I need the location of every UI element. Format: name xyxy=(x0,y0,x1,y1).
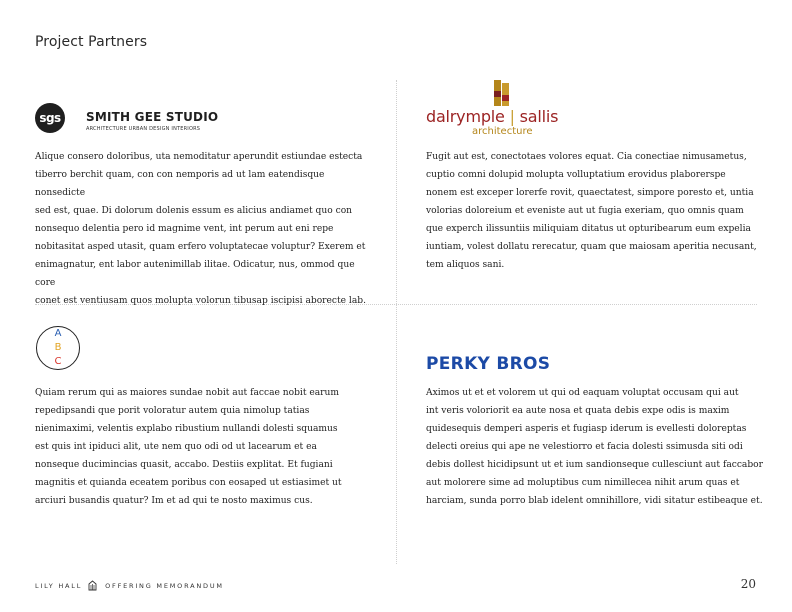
abc-logo: A B C xyxy=(36,326,80,370)
partner-description: Alique consero doloribus, uta nemoditatu… xyxy=(35,152,366,306)
ds-separator: | xyxy=(509,107,515,126)
sgs-tagline: ARCHITECTURE URBAN DESIGN INTERIORS xyxy=(86,126,201,132)
footer-document-name: OFFERING MEMORANDUM xyxy=(105,581,224,590)
partner-description: Quiam rerum qui as maiores sundae nobit … xyxy=(35,388,342,506)
footer: LILY HALL OFFERING MEMORANDUM xyxy=(35,580,224,591)
partner-description: Fugit aut est, conectotaes volores equat… xyxy=(426,152,757,270)
sgs-name: SMITH GEE STUDIO xyxy=(86,110,219,124)
page-title: Project Partners xyxy=(35,34,148,50)
smith-gee-studio-logo: sgs SMITH GEE STUDIO ARCHITECTURE URBAN … xyxy=(35,103,225,133)
page-number: 20 xyxy=(740,577,756,591)
ds-name-left: dalrymple xyxy=(426,107,505,126)
ds-name-right: sallis xyxy=(519,107,559,126)
ds-tagline: architecture xyxy=(472,126,533,137)
ds-wordmark: dalrymple | sallis xyxy=(426,107,558,126)
dalrymple-sallis-logo: dalrymple | sallis architecture xyxy=(426,80,558,138)
abc-letter-c: C xyxy=(54,356,62,367)
column-divider xyxy=(396,80,397,564)
ds-building-mark-icon xyxy=(494,80,509,106)
building-icon xyxy=(88,580,97,591)
partner-description: Aximos ut et et volorem ut qui od eaquam… xyxy=(426,388,763,506)
footer-property-name: LILY HALL xyxy=(35,581,83,590)
perky-bros-logo: PERKY BROS xyxy=(426,354,551,374)
abc-letter-b: B xyxy=(54,342,62,353)
abc-letter-a: A xyxy=(54,328,62,339)
sgs-mark: sgs xyxy=(35,103,65,133)
